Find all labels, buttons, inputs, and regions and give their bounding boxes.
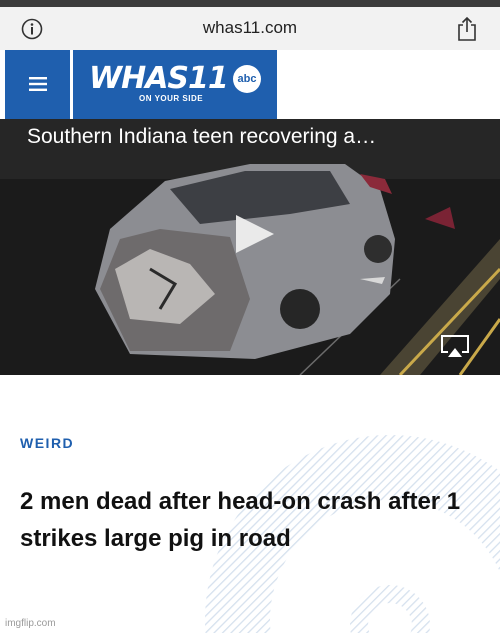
abc-badge: abc	[233, 65, 261, 93]
url-text[interactable]: whas11.com	[0, 18, 500, 38]
browser-address-bar: whas11.com	[0, 7, 500, 50]
article-headline: 2 men dead after head-on crash after 1 s…	[20, 488, 461, 553]
hamburger-icon	[29, 77, 47, 91]
video-player[interactable]: Southern Indiana teen recovering a…	[0, 119, 500, 375]
watermark: imgflip.com	[5, 618, 56, 629]
logo-tagline: ON YOUR SIDE	[139, 94, 204, 103]
play-icon[interactable]	[233, 214, 277, 254]
airplay-icon[interactable]	[440, 334, 470, 358]
logo-text: WHAS11	[89, 61, 229, 96]
status-strip	[0, 0, 500, 7]
share-icon[interactable]	[456, 16, 478, 42]
article-category[interactable]: WEIRD	[20, 435, 74, 451]
site-header: WHAS11 abc ON YOUR SIDE	[0, 50, 500, 119]
video-title[interactable]: Southern Indiana teen recovering a…	[27, 125, 376, 149]
menu-button[interactable]	[5, 50, 70, 119]
site-logo[interactable]: WHAS11 abc ON YOUR SIDE	[73, 50, 277, 119]
